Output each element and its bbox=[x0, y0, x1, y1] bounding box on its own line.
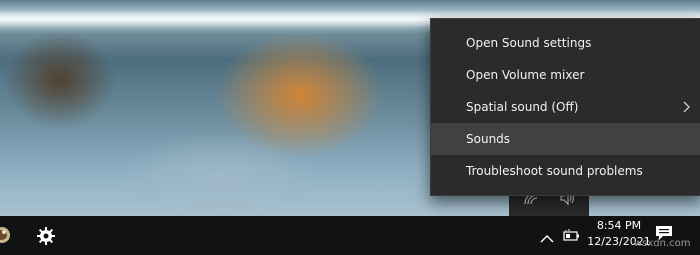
clock-time: 8:54 PM bbox=[596, 219, 642, 232]
menu-item-troubleshoot[interactable]: Troubleshoot sound problems bbox=[431, 155, 700, 187]
menu-item-sounds[interactable]: Sounds bbox=[431, 123, 700, 155]
chevron-right-icon bbox=[683, 91, 691, 123]
battery-icon[interactable] bbox=[563, 228, 581, 247]
watermark: wsxdn.com bbox=[634, 238, 691, 249]
chevron-up-icon[interactable] bbox=[540, 229, 554, 248]
menu-item-open-volume-mixer[interactable]: Open Volume mixer bbox=[431, 59, 700, 91]
menu-item-label: Troubleshoot sound problems bbox=[466, 164, 643, 178]
menu-item-label: Open Volume mixer bbox=[466, 68, 585, 82]
sound-context-menu: Open Sound settings Open Volume mixer Sp… bbox=[430, 18, 700, 196]
menu-item-spatial-sound[interactable]: Spatial sound (Off) bbox=[431, 91, 700, 123]
app-icon[interactable] bbox=[0, 224, 14, 250]
menu-item-label: Sounds bbox=[466, 132, 511, 146]
menu-item-open-sound-settings[interactable]: Open Sound settings bbox=[431, 27, 700, 59]
menu-item-label: Open Sound settings bbox=[466, 36, 592, 50]
settings-gear-icon[interactable] bbox=[36, 226, 56, 250]
menu-item-label: Spatial sound (Off) bbox=[466, 100, 579, 114]
